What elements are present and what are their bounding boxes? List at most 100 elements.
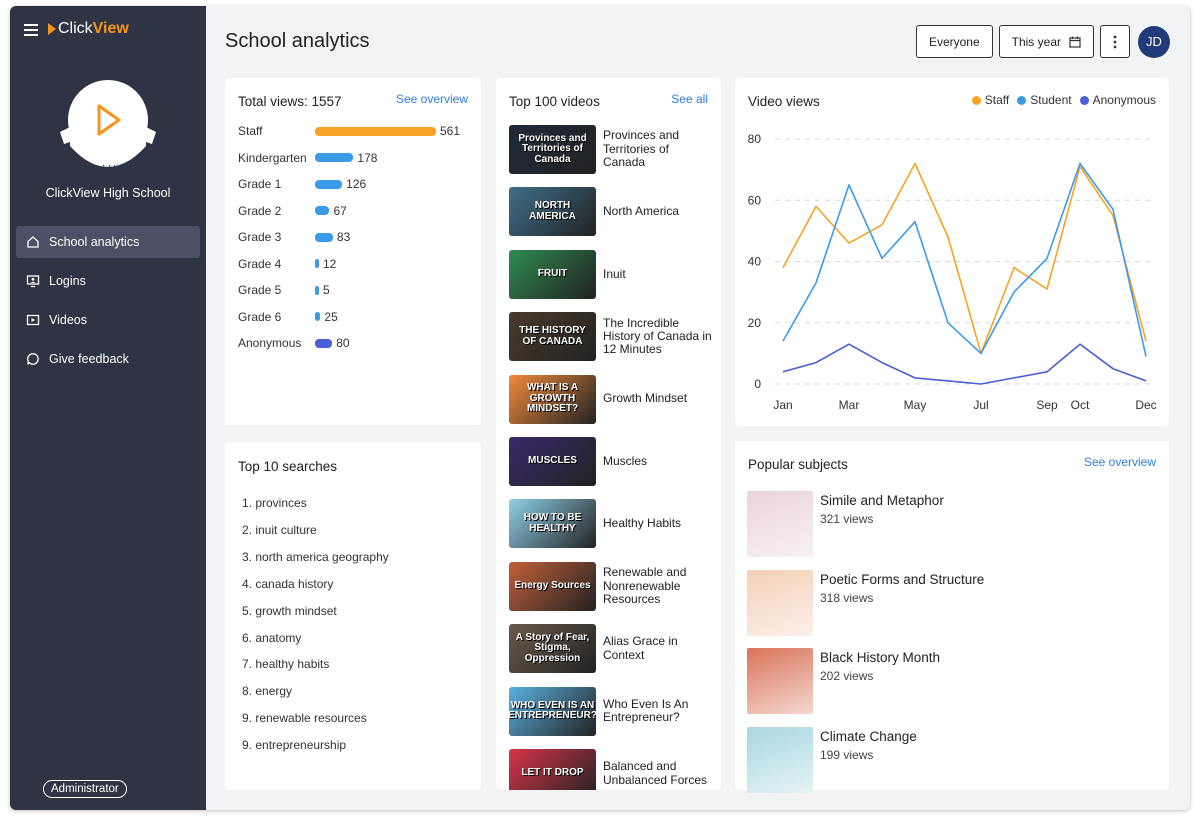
subject-title[interactable]: Black History Month — [820, 650, 940, 665]
popular-subjects-see-overview-link[interactable]: See overview — [1084, 455, 1156, 469]
subject-views: 199 views — [820, 748, 874, 763]
subject-thumbnail[interactable] — [747, 491, 813, 557]
subject-thumbnail[interactable] — [747, 569, 813, 636]
subject-views: 321 views — [820, 512, 874, 526]
video-thumbnail[interactable]: Energy Sources — [509, 561, 596, 611]
date-filter-button[interactable]: This year — [998, 25, 1094, 58]
total-views-row-label: Anonymous — [238, 336, 302, 350]
sidebar-item-school-analytics[interactable]: School analytics — [16, 226, 200, 258]
video-title[interactable]: Balanced and Unbalanced Forces — [603, 759, 713, 787]
monitor-user-icon — [26, 274, 40, 288]
sidebar-item-videos[interactable]: Videos — [16, 304, 200, 336]
subject-list-item[interactable]: Simile and Metaphor 321 views — [747, 491, 944, 557]
video-thumbnail[interactable]: MUSCLES — [509, 437, 596, 486]
video-title[interactable]: Muscles — [603, 454, 713, 468]
video-thumbnail[interactable]: Provinces and Territories of Canada — [509, 125, 596, 174]
search-list-item[interactable]: 4. canada history — [242, 577, 333, 591]
sidebar-nav: School analytics Logins Videos Give feed… — [10, 226, 206, 375]
video-thumbnail[interactable]: LET IT DROP — [509, 749, 596, 790]
total-views-row-value: 67 — [333, 203, 347, 218]
video-list-item[interactable]: A Story of Fear, Stigma, Oppression Alias… — [509, 624, 713, 674]
total-views-row-label: Grade 2 — [238, 203, 282, 218]
subject-title[interactable]: Climate Change — [820, 729, 917, 744]
search-list-item[interactable]: 3. north america geography — [242, 550, 389, 564]
top-videos-see-all-link[interactable]: See all — [671, 92, 708, 106]
video-thumbnail-text: NORTH AMERICA — [529, 200, 576, 222]
search-list-item[interactable]: 9. renewable resources — [242, 711, 367, 725]
video-title[interactable]: North America — [603, 204, 713, 218]
video-list-item[interactable]: Energy Sources Renewable and Nonrenewable… — [509, 561, 713, 611]
subject-list-item[interactable]: Poetic Forms and Structure 318 views — [747, 569, 984, 636]
video-title[interactable]: Provinces and Territories of Canada — [603, 129, 713, 169]
top-videos-card: Top 100 videos See all Provinces and Ter… — [496, 78, 721, 790]
total-views-bar — [315, 179, 343, 189]
video-thumbnail-text: Energy Sources — [514, 580, 591, 592]
video-thumbnail-text: HOW TO BE HEALTHY — [523, 512, 582, 534]
search-list-item[interactable]: 6. anatomy — [242, 631, 301, 645]
clickview-logo[interactable]: Click View — [48, 20, 129, 38]
subject-list-item[interactable]: Black History Month 202 views — [747, 648, 940, 715]
logo-ring-text: ClickView — [82, 164, 134, 175]
total-views-row-value: 12 — [323, 256, 337, 271]
logo-row: Click View — [10, 6, 206, 52]
video-title[interactable]: Growth Mindset — [603, 391, 713, 405]
subject-title[interactable]: Simile and Metaphor — [820, 493, 944, 508]
chat-bubble-icon — [26, 352, 40, 366]
subject-title[interactable]: Poetic Forms and Structure — [820, 572, 984, 587]
video-list-item[interactable]: Provinces and Territories of Canada Provi… — [509, 125, 713, 174]
video-thumbnail[interactable]: WHAT IS A GROWTH MINDSET? — [509, 374, 596, 424]
search-list-item[interactable]: 1. provinces — [242, 496, 307, 510]
total-views-row: Anonymous 80 — [238, 335, 350, 351]
search-list-item[interactable]: 8. energy — [242, 684, 292, 698]
hamburger-menu-icon[interactable] — [24, 23, 38, 36]
video-list-item[interactable]: WHAT IS A GROWTH MINDSET? Growth Mindset — [509, 374, 713, 424]
video-thumbnail[interactable]: FRUIT — [509, 249, 596, 299]
video-list-item[interactable]: MUSCLES Muscles — [509, 437, 713, 486]
total-views-see-overview-link[interactable]: See overview — [396, 92, 468, 106]
video-title[interactable]: Alias Grace in Context — [603, 635, 713, 662]
x-tick-label: Jul — [973, 398, 988, 412]
calendar-icon — [1069, 36, 1081, 48]
audience-filter-button[interactable]: Everyone — [915, 25, 993, 58]
total-views-bar — [315, 126, 436, 136]
play-triangle-icon — [48, 23, 56, 35]
total-views-row: Grade 6 25 — [238, 309, 338, 325]
y-tick-label: 60 — [748, 193, 762, 207]
popular-subjects-title: Popular subjects — [748, 457, 848, 472]
sidebar-item-give-feedback[interactable]: Give feedback — [16, 343, 200, 375]
subject-thumbnail[interactable] — [747, 727, 813, 794]
video-thumbnail[interactable]: NORTH AMERICA — [509, 187, 596, 237]
video-list-item[interactable]: WHO EVEN IS AN ENTREPRENEUR? Who Even Is … — [509, 686, 713, 736]
search-list-item[interactable]: 2. inuit culture — [242, 523, 317, 537]
video-title[interactable]: Who Even Is An Entrepreneur? — [603, 697, 713, 725]
video-title[interactable]: Inuit — [603, 267, 713, 281]
video-list-item[interactable]: NORTH AMERICA North America — [509, 187, 713, 237]
subject-list-item[interactable]: Climate Change 199 views — [747, 727, 917, 794]
total-views-row-value: 25 — [324, 309, 338, 324]
video-thumbnail-text: LET IT DROP — [521, 767, 584, 779]
sidebar-item-logins[interactable]: Logins — [16, 265, 200, 297]
video-thumbnail[interactable]: THE HISTORY OF CANADA — [509, 312, 596, 362]
user-avatar[interactable]: JD — [1138, 25, 1170, 58]
total-views-row-label: Grade 4 — [238, 256, 282, 271]
total-views-row-label: Grade 1 — [238, 177, 282, 191]
video-list-item[interactable]: HOW TO BE HEALTHY Healthy Habits — [509, 499, 713, 549]
video-list-item[interactable]: FRUIT Inuit — [509, 249, 713, 299]
video-title[interactable]: The Incredible History of Canada in 12 M… — [603, 316, 713, 357]
total-views-title: Total views: 1557 — [238, 94, 342, 109]
more-options-button[interactable] — [1100, 25, 1130, 58]
total-views-row-label: Kindergarten — [238, 150, 307, 165]
search-list-item[interactable]: 5. growth mindset — [242, 604, 337, 618]
video-thumbnail[interactable]: A Story of Fear, Stigma, Oppression — [509, 624, 596, 674]
video-title[interactable]: Healthy Habits — [603, 516, 713, 530]
total-views-bar — [315, 312, 321, 321]
subject-thumbnail[interactable] — [747, 648, 813, 715]
search-list-item[interactable]: 9. entrepreneurship — [242, 738, 346, 752]
video-title[interactable]: Renewable and Nonrenewable Resources — [603, 565, 713, 606]
search-list-item[interactable]: 7. healthy habits — [242, 657, 329, 671]
video-thumbnail[interactable]: HOW TO BE HEALTHY — [509, 499, 596, 549]
video-thumbnail[interactable]: WHO EVEN IS AN ENTREPRENEUR? — [509, 686, 596, 736]
video-list-item[interactable]: LET IT DROP Balanced and Unbalanced Force… — [509, 749, 713, 790]
play-box-icon — [26, 313, 40, 327]
video-list-item[interactable]: THE HISTORY OF CANADA The Incredible Hist… — [509, 312, 713, 362]
